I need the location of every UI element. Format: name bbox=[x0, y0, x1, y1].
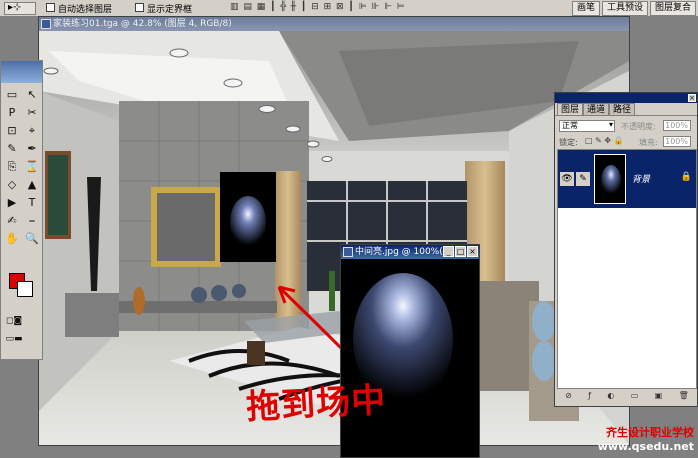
document-icon bbox=[343, 247, 353, 257]
document-icon bbox=[41, 19, 51, 29]
blend-mode-value: 正常 bbox=[562, 121, 578, 130]
auto-select-checkbox[interactable] bbox=[46, 3, 55, 12]
blend-mode-select[interactable]: 正常 ▾ bbox=[559, 120, 615, 132]
lock-label: 锁定: bbox=[559, 138, 578, 147]
marquee-tool-icon[interactable]: ▭ bbox=[3, 87, 21, 103]
align-buttons[interactable]: ▥ ▤ ▦ ┃ ╬ ╫ ┃ ⊟ ⊞ ⊠ ┃ ⊫ ⊪ ⊩ ⊨ bbox=[230, 2, 406, 15]
handwritten-annotation: 拖到场中 bbox=[245, 380, 388, 428]
brush-link-icon[interactable]: ✎ bbox=[576, 172, 590, 186]
light-image-titlebar[interactable]: 中间亮.jpg @ 100%(... _ □ × bbox=[341, 245, 479, 259]
opacity-label: 不透明度: bbox=[621, 122, 656, 131]
window-controls: _ □ × bbox=[443, 246, 478, 257]
screen-mode-icon[interactable]: ▭▬ bbox=[5, 331, 23, 347]
fill-field[interactable]: 100% bbox=[663, 136, 691, 147]
lock-row: 锁定: □ ✎ ✥ 🔒 填充: 100% bbox=[559, 136, 695, 148]
healing-brush-icon[interactable]: ✎ bbox=[3, 141, 21, 157]
new-layer-icon[interactable]: ▣ bbox=[655, 391, 663, 403]
light-image-canvas[interactable] bbox=[341, 259, 479, 457]
hand-tool-icon[interactable]: ✋ bbox=[3, 231, 21, 247]
tab-paths[interactable]: 路径 bbox=[609, 103, 636, 115]
slice-tool-icon[interactable]: ⌖ bbox=[23, 123, 41, 139]
lasso-tool-icon[interactable]: P bbox=[3, 105, 21, 121]
type-tool-icon[interactable]: T bbox=[23, 195, 41, 211]
document-title: 家装练习01.tga @ 42.8% (图层 4, RGB/8) bbox=[53, 19, 232, 29]
clone-stamp-icon[interactable]: ⎘ bbox=[3, 159, 21, 175]
photoshop-window: ▸⊹ 自动选择图层 显示定界框 ▥ ▤ ▦ ┃ ╬ ╫ ┃ ⊟ ⊞ ⊠ ┃ ⊫ … bbox=[0, 0, 698, 458]
document-titlebar[interactable]: 家装练习01.tga @ 42.8% (图层 4, RGB/8) bbox=[39, 17, 629, 31]
new-set-icon[interactable]: ▭ bbox=[631, 391, 639, 403]
lock-icons[interactable]: □ ✎ ✥ 🔒 bbox=[585, 136, 624, 145]
light-image-window[interactable]: 中间亮.jpg @ 100%(... _ □ × bbox=[340, 244, 480, 458]
minimize-icon[interactable]: _ bbox=[443, 246, 454, 257]
eraser-tool-icon[interactable]: ◇ bbox=[3, 177, 21, 193]
show-bounds-label: 显示定界框 bbox=[147, 5, 193, 15]
trash-icon[interactable]: 🗑 bbox=[679, 391, 689, 403]
light-image-title: 中间亮.jpg @ 100%(... bbox=[355, 247, 452, 257]
layer-name: 背景 bbox=[632, 175, 651, 185]
link-icon[interactable]: ⊘ bbox=[565, 391, 572, 403]
layers-footer: ⊘ ƒ ◐ ▭ ▣ 🗑 bbox=[557, 391, 697, 403]
layer-row-background[interactable]: 👁 ✎ 背景 🔒 bbox=[558, 150, 696, 208]
mask-icon[interactable]: ◐ bbox=[607, 391, 614, 403]
path-select-icon[interactable]: ▶ bbox=[3, 195, 21, 211]
light-cone-image bbox=[220, 172, 276, 262]
thumbnail-image bbox=[595, 155, 625, 203]
lock-icon: 🔒 bbox=[680, 172, 692, 182]
zoom-tool-icon[interactable]: 🔍 bbox=[23, 231, 41, 247]
toolbox-logo bbox=[1, 61, 42, 83]
toolbox: ▭ ↖ P ✂ ⊡ ⌖ ✎ ✒ ⎘ ⌛ ◇ ▲ ▶ T ✍ ⎯ ✋ 🔍 ◻◙ ▭… bbox=[0, 60, 43, 360]
fill-label: 填充: bbox=[639, 138, 658, 147]
maximize-icon[interactable]: □ bbox=[455, 246, 466, 257]
school-url: www.qsedu.net bbox=[597, 440, 694, 453]
layer-list: 👁 ✎ 背景 🔒 bbox=[557, 149, 697, 389]
gradient-tool-icon[interactable]: ▲ bbox=[23, 177, 41, 193]
school-name: 齐生设计职业学校 bbox=[606, 426, 694, 439]
tab-layers[interactable]: 图层 bbox=[557, 103, 584, 115]
tab-channels[interactable]: 通道 bbox=[583, 103, 610, 115]
layers-palette: × 图层 通道 路径 正常 ▾ 不透明度: 100% 锁定: □ ✎ ✥ 🔒 填… bbox=[554, 92, 698, 407]
magic-wand-icon[interactable]: ✂ bbox=[23, 105, 41, 121]
close-icon[interactable]: × bbox=[467, 246, 478, 257]
quick-mask-icon[interactable]: ◻◙ bbox=[5, 313, 23, 329]
move-tool-icon[interactable]: ↖ bbox=[23, 87, 41, 103]
pen-tool-icon[interactable]: ✍ bbox=[3, 213, 21, 229]
layers-palette-titlebar[interactable]: × bbox=[555, 93, 697, 103]
dragged-light-image[interactable] bbox=[220, 172, 276, 262]
show-bounds-checkbox[interactable] bbox=[135, 3, 144, 12]
layer-style-icon[interactable]: ƒ bbox=[588, 391, 591, 403]
layers-palette-tabs: 图层 通道 路径 bbox=[555, 103, 697, 116]
blend-row: 正常 ▾ 不透明度: 100% bbox=[559, 120, 695, 132]
palette-tab-brushes[interactable]: 画笔 bbox=[571, 1, 600, 16]
watermark: 齐生设计职业学校 www.qsedu.net bbox=[598, 426, 694, 454]
layer-thumbnail bbox=[594, 154, 626, 204]
auto-select-label: 自动选择图层 bbox=[58, 5, 113, 15]
crop-tool-icon[interactable]: ⊡ bbox=[3, 123, 21, 139]
palette-well: 画笔 工具预设 图层复合 bbox=[571, 1, 696, 16]
eye-icon[interactable]: 👁 bbox=[560, 172, 574, 186]
history-brush-icon[interactable]: ⌛ bbox=[23, 159, 41, 175]
opacity-field[interactable]: 100% bbox=[663, 120, 691, 131]
palette-tab-layer-comps[interactable]: 图层复合 bbox=[649, 1, 696, 16]
background-color-swatch[interactable] bbox=[17, 281, 33, 297]
move-icon: ▸⊹ bbox=[8, 2, 22, 13]
palette-tab-tool-presets[interactable]: 工具预设 bbox=[601, 1, 648, 16]
move-tool-preset[interactable]: ▸⊹ bbox=[4, 2, 36, 15]
chevron-down-icon: ▾ bbox=[608, 120, 613, 129]
close-icon[interactable]: × bbox=[688, 94, 696, 102]
line-tool-icon[interactable]: ⎯ bbox=[23, 213, 41, 229]
brush-tool-icon[interactable]: ✒ bbox=[23, 141, 41, 157]
options-bar: ▸⊹ 自动选择图层 显示定界框 ▥ ▤ ▦ ┃ ╬ ╫ ┃ ⊟ ⊞ ⊠ ┃ ⊫ … bbox=[0, 0, 698, 17]
